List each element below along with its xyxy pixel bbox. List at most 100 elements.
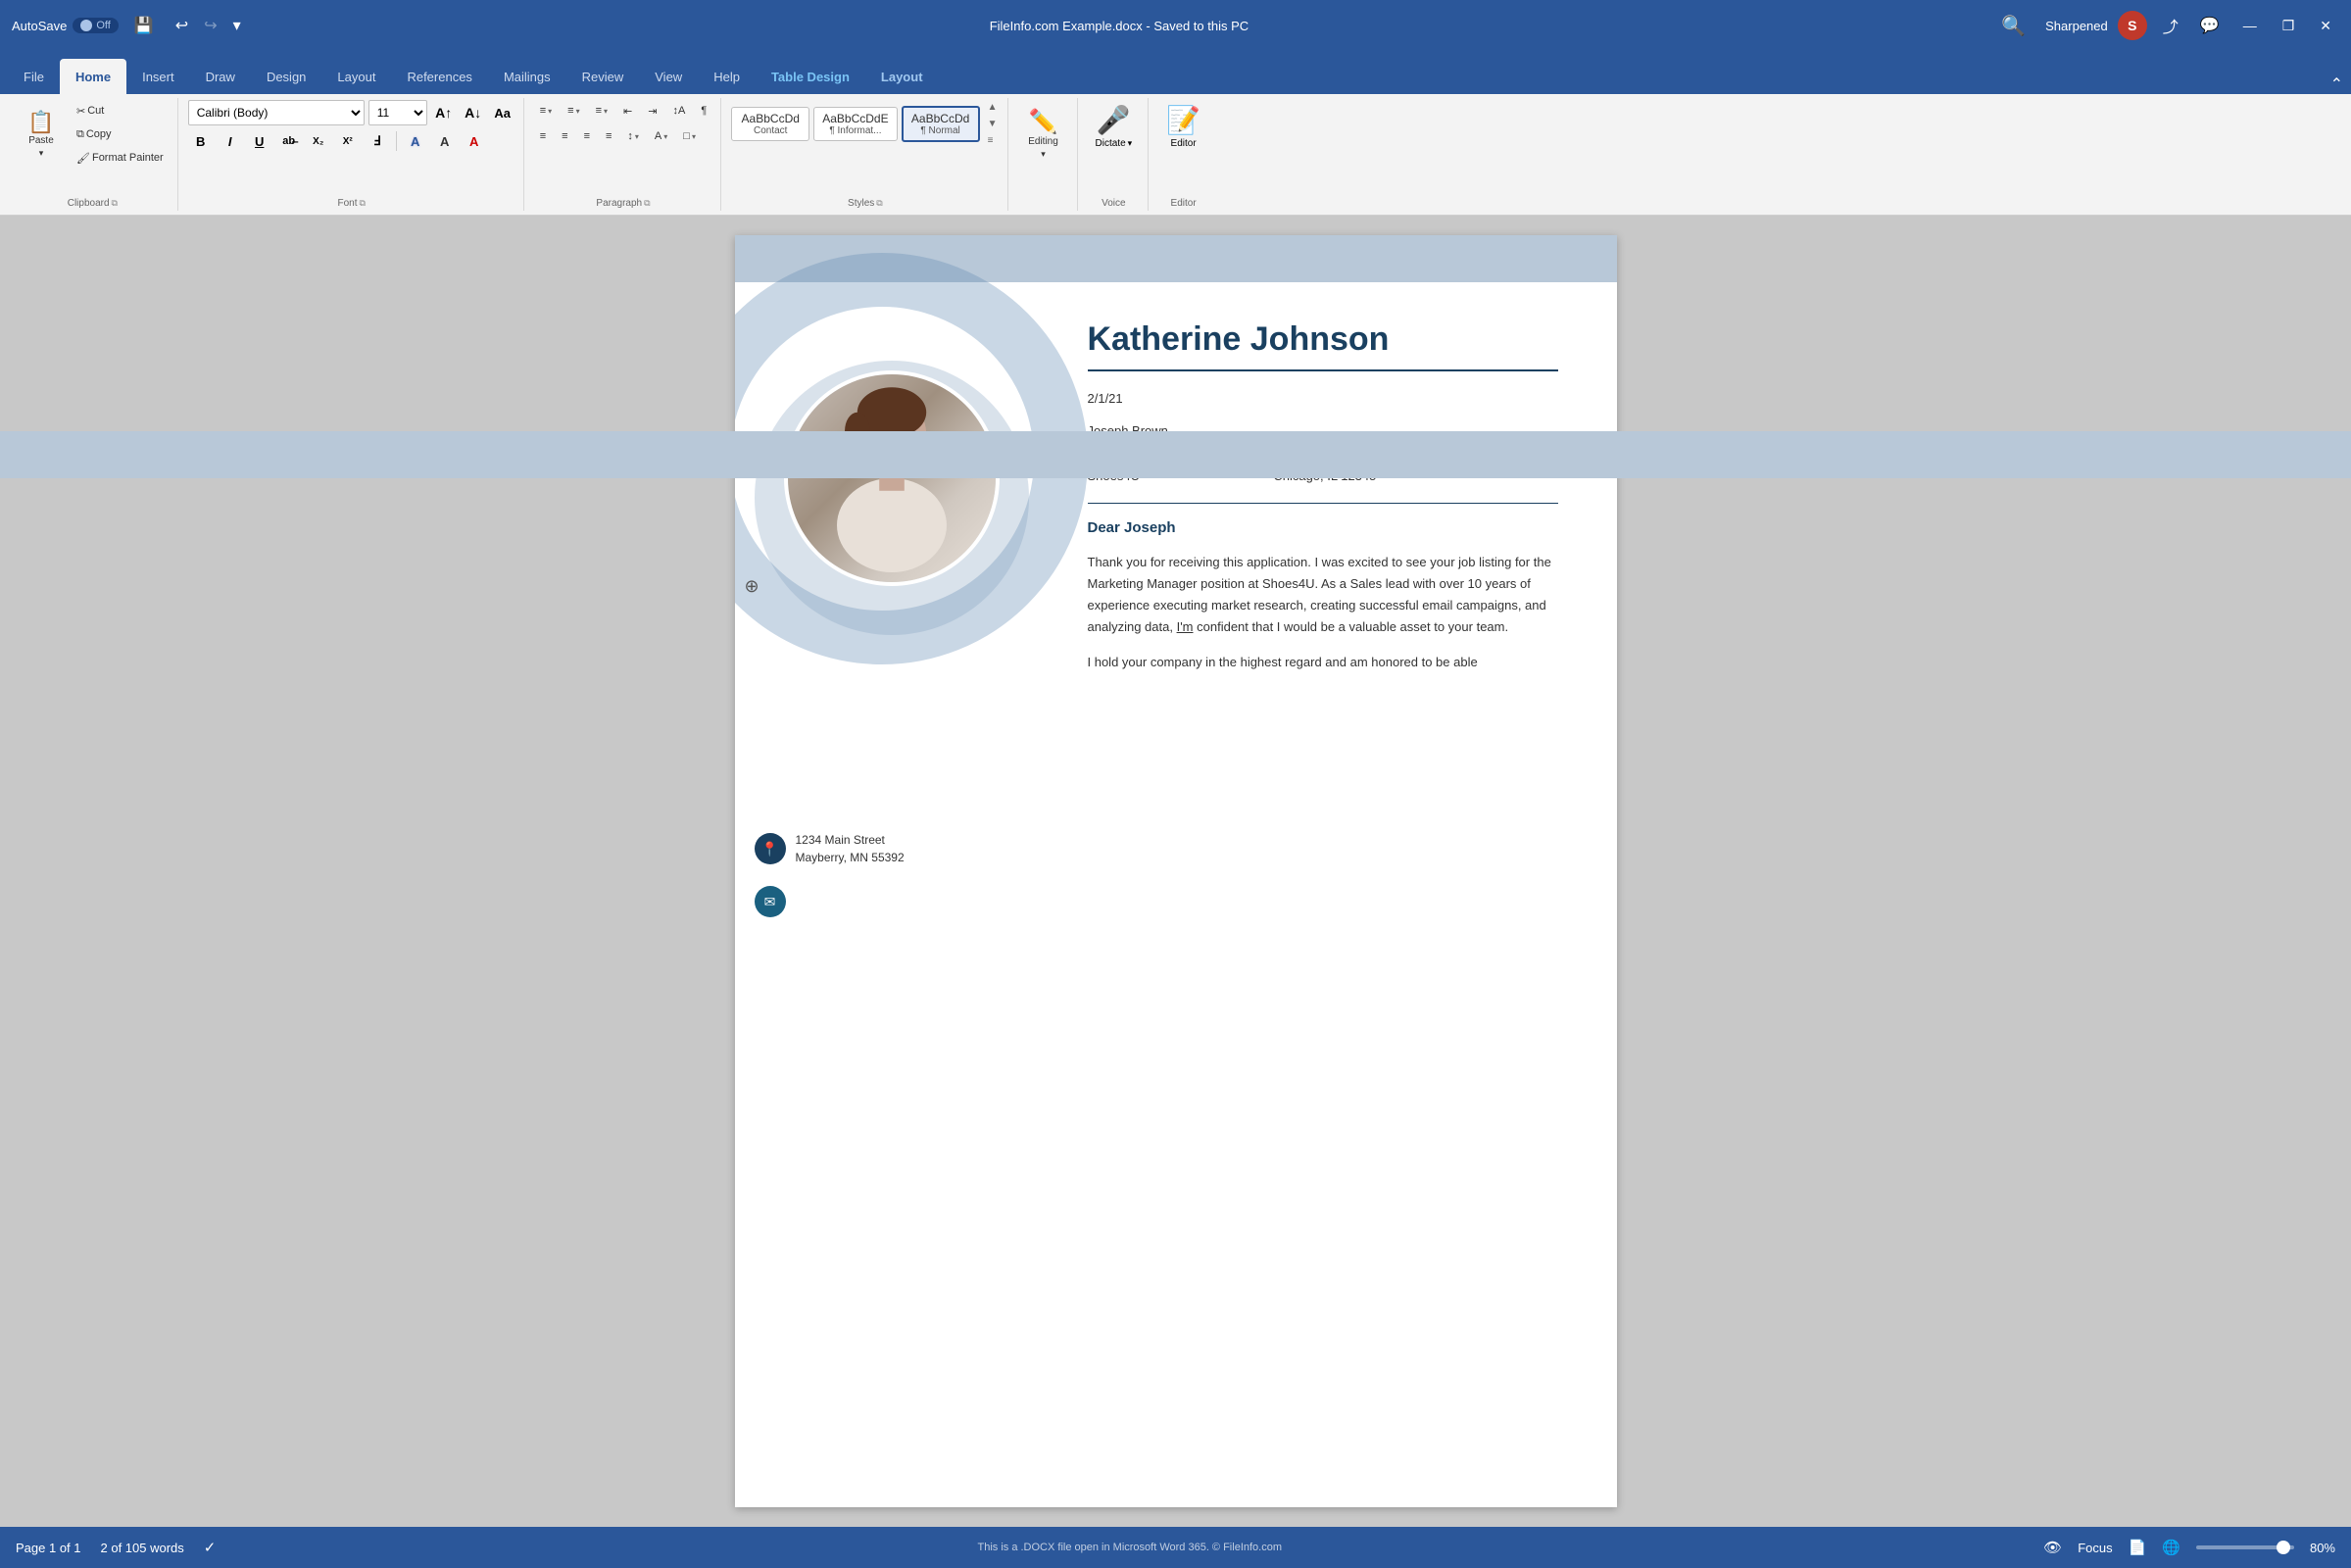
tab-references[interactable]: References xyxy=(391,59,487,94)
status-notice: This is a .DOCX file open in Microsoft W… xyxy=(235,1542,2024,1553)
user-avatar[interactable]: S xyxy=(2118,11,2147,40)
italic-button[interactable]: I xyxy=(218,129,243,153)
move-handle[interactable]: ⊕ xyxy=(745,576,768,600)
paste-dropdown[interactable]: ▾ xyxy=(39,148,44,159)
editor-label-group: Editor xyxy=(1171,194,1197,209)
proofing-icon[interactable]: ✓ xyxy=(204,1539,217,1556)
autosave-toggle[interactable]: Off xyxy=(73,18,118,33)
tab-layout[interactable]: Layout xyxy=(321,59,391,94)
bold-button[interactable]: B xyxy=(188,129,214,153)
print-layout-icon[interactable]: 📄 xyxy=(2129,1539,2147,1556)
body-paragraph-1[interactable]: Thank you for receiving this application… xyxy=(1088,552,1558,638)
paste-button[interactable]: 📋 Paste ▾ xyxy=(16,100,67,171)
autosave-control[interactable]: AutoSave Off xyxy=(12,18,119,33)
focus-label[interactable]: Focus xyxy=(2078,1541,2112,1555)
text-effects-button[interactable]: A xyxy=(403,129,428,153)
borders-button[interactable]: □▾ xyxy=(677,125,702,147)
autosave-state: Off xyxy=(96,20,110,31)
editor-button[interactable]: 📝 Editor xyxy=(1158,100,1208,153)
style-normal[interactable]: AaBbCcDd ¶ Normal xyxy=(902,106,980,142)
tab-table-layout[interactable]: Layout xyxy=(865,59,939,94)
font-format-row: B I U ab̶ X₂ X² Ⅎ A A A xyxy=(188,129,515,153)
superscript-button[interactable]: X² xyxy=(335,129,361,153)
paragraph-controls: ≡▾ ≡▾ ≡▾ ⇤ ⇥ ↕A ¶ ≡ ≡ ≡ ≡ ↕▾ A▾ □▾ xyxy=(534,100,713,147)
subscript-button[interactable]: X₂ xyxy=(306,129,331,153)
editing-mode-button[interactable]: ✏️ Editing ▾ xyxy=(1018,100,1069,171)
restore-button[interactable]: ❐ xyxy=(2275,14,2303,38)
customize-quick-access[interactable]: ▾ xyxy=(227,13,247,38)
shading-button[interactable]: A▾ xyxy=(649,125,673,147)
share-icon[interactable]: ⤴ xyxy=(2157,10,2184,41)
dictate-dropdown[interactable]: ▾ xyxy=(1128,138,1133,149)
styles-more[interactable]: ≡ xyxy=(986,133,1000,148)
tab-draw[interactable]: Draw xyxy=(190,59,251,94)
format-painter-icon: 🖌 xyxy=(76,152,90,165)
tab-mailings[interactable]: Mailings xyxy=(488,59,566,94)
styles-scroll-down[interactable]: ▼ xyxy=(986,117,1000,131)
web-layout-icon[interactable]: 🌐 xyxy=(2162,1539,2180,1556)
show-formatting-button[interactable]: ¶ xyxy=(695,100,712,122)
paragraph-expand[interactable]: ⧉ xyxy=(644,198,650,209)
align-right-button[interactable]: ≡ xyxy=(578,125,596,147)
strikethrough-button[interactable]: ab̶ xyxy=(276,129,302,153)
tab-review[interactable]: Review xyxy=(566,59,640,94)
document-content[interactable]: ⊕ Katherine Johnson 2/1/21 Joseph Brown … xyxy=(735,282,1617,726)
shrink-font-button[interactable]: A↓ xyxy=(461,101,486,124)
style-contact[interactable]: AaBbCcDd Contact xyxy=(731,107,809,141)
underline-button[interactable]: U xyxy=(247,129,272,153)
tab-design[interactable]: Design xyxy=(251,59,321,94)
letter-content-area[interactable]: Katherine Johnson 2/1/21 Joseph Brown HR… xyxy=(1088,282,1617,726)
increase-indent-button[interactable]: ⇥ xyxy=(642,100,662,122)
clear-format-button[interactable]: Ⅎ xyxy=(365,129,390,153)
zoom-level[interactable]: 80% xyxy=(2310,1541,2335,1555)
document-page[interactable]: ⊕ Katherine Johnson 2/1/21 Joseph Brown … xyxy=(735,235,1617,1507)
justify-button[interactable]: ≡ xyxy=(600,125,617,147)
tab-insert[interactable]: Insert xyxy=(126,59,190,94)
grow-font-button[interactable]: A↑ xyxy=(431,101,457,124)
save-icon[interactable]: 💾 xyxy=(128,12,160,39)
undo-button[interactable]: ↩ xyxy=(170,13,194,38)
styles-scroll-up[interactable]: ▲ xyxy=(986,100,1000,115)
close-button[interactable]: ✕ xyxy=(2312,14,2339,38)
cut-button[interactable]: ✂ Cut xyxy=(71,100,170,122)
font-size-select[interactable]: 11 xyxy=(368,100,427,125)
minimize-button[interactable]: — xyxy=(2235,14,2265,37)
tab-home[interactable]: Home xyxy=(60,59,126,94)
bullets-button[interactable]: ≡▾ xyxy=(534,100,558,122)
comments-icon[interactable]: 💬 xyxy=(2194,12,2226,39)
focus-button[interactable]: 👁 xyxy=(2043,1539,2062,1556)
numbering-button[interactable]: ≡▾ xyxy=(562,100,585,122)
tab-help[interactable]: Help xyxy=(698,59,756,94)
clipboard-expand[interactable]: ⧉ xyxy=(112,198,118,209)
line-spacing-button[interactable]: ↕▾ xyxy=(621,125,645,147)
redo-button[interactable]: ↪ xyxy=(198,13,222,38)
body-paragraph-2[interactable]: I hold your company in the highest regar… xyxy=(1088,652,1558,673)
decrease-indent-button[interactable]: ⇤ xyxy=(617,100,638,122)
zoom-slider[interactable] xyxy=(2196,1545,2294,1549)
align-center-button[interactable]: ≡ xyxy=(556,125,573,147)
dictate-button[interactable]: 🎤 Dictate ▾ xyxy=(1088,100,1141,153)
document-area[interactable]: ⊕ Katherine Johnson 2/1/21 Joseph Brown … xyxy=(0,216,2351,1527)
font-expand[interactable]: ⧉ xyxy=(360,198,366,209)
tab-view[interactable]: View xyxy=(639,59,698,94)
sort-button[interactable]: ↕A xyxy=(666,100,691,122)
copy-button[interactable]: ⧉ Copy xyxy=(71,123,170,145)
align-left-button[interactable]: ≡ xyxy=(534,125,552,147)
word-count[interactable]: 2 of 105 words xyxy=(101,1541,184,1555)
editing-dropdown[interactable]: ▾ xyxy=(1041,149,1046,160)
text-highlight-button[interactable]: A xyxy=(432,129,458,153)
font-color-button[interactable]: A xyxy=(462,129,487,153)
search-icon[interactable]: 🔍 xyxy=(1991,10,2035,42)
zoom-thumb[interactable] xyxy=(2277,1541,2290,1554)
change-case-button[interactable]: Aa xyxy=(490,101,515,124)
styles-expand[interactable]: ⧉ xyxy=(876,198,882,209)
tab-file[interactable]: File xyxy=(8,59,60,94)
font-name-select[interactable]: Calibri (Body) xyxy=(188,100,365,125)
format-painter-button[interactable]: 🖌 Format Painter xyxy=(71,147,170,169)
multilevel-button[interactable]: ≡▾ xyxy=(590,100,613,122)
style-information[interactable]: AaBbCcDdE ¶ Informat... xyxy=(813,107,897,141)
clipboard-label: Clipboard ⧉ xyxy=(68,194,118,209)
tab-table-design[interactable]: Table Design xyxy=(756,59,865,94)
microphone-icon: 🎤 xyxy=(1097,104,1131,136)
collapse-ribbon-icon[interactable]: ⌃ xyxy=(2330,74,2343,94)
